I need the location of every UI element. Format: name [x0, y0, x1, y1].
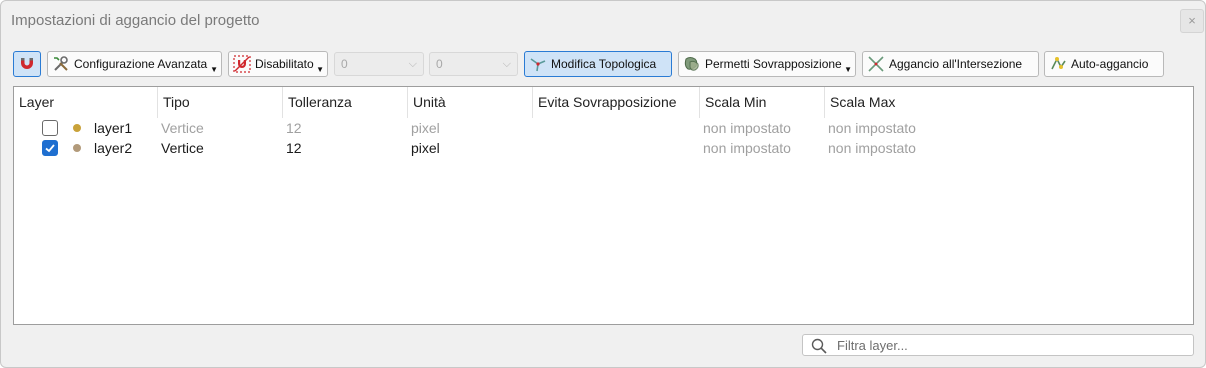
overlap-button[interactable]: Permetti Sovrapposizione ▼: [678, 51, 856, 77]
layer-name: layer2: [94, 140, 133, 156]
snapping-settings-dialog: Impostazioni di aggancio del progetto ×: [0, 0, 1206, 368]
column-header-tipo[interactable]: Tipo: [157, 87, 282, 118]
overlap-label: Permetti Sovrapposizione: [705, 57, 842, 71]
enable-snapping-button[interactable]: [13, 51, 41, 77]
column-header-scala-max[interactable]: Scala Max: [824, 87, 1193, 118]
topological-editing-label: Modifica Topologica: [551, 57, 657, 71]
snap-intersection-label: Aggancio all'Intersezione: [889, 57, 1023, 71]
table-row[interactable]: layer2 Vertice 12 pixel non impostato no…: [14, 138, 1193, 158]
tolleranza-cell[interactable]: 12: [286, 118, 302, 138]
tools-icon: [52, 55, 70, 73]
layer-name: layer1: [94, 120, 133, 136]
unita-cell[interactable]: pixel: [411, 138, 440, 158]
intersection-icon: [867, 55, 885, 73]
tipo-cell[interactable]: Vertice: [161, 118, 204, 138]
snapping-type-label: Disabilitato: [255, 57, 314, 71]
units-value: 0: [436, 57, 443, 71]
point-layer-icon: [73, 124, 81, 132]
column-header-evita-sovrapposizione[interactable]: Evita Sovrapposizione: [532, 87, 699, 118]
table-header: Layer Tipo Tolleranza Unità Evita Sovrap…: [14, 87, 1193, 118]
column-header-tolleranza[interactable]: Tolleranza: [282, 87, 407, 118]
overlap-icon: [683, 55, 701, 73]
advanced-configuration-button[interactable]: Configurazione Avanzata ▼: [47, 51, 222, 77]
column-header-layer[interactable]: Layer: [14, 87, 157, 118]
chevron-down-icon: ⌵: [502, 58, 511, 70]
chevron-down-icon: ▼: [210, 65, 218, 74]
table-row[interactable]: layer1 Vertice 12 pixel non impostato no…: [14, 118, 1193, 138]
filter-layers-input[interactable]: [837, 337, 1177, 353]
layer-checkbox[interactable]: [42, 140, 58, 156]
topology-icon: [529, 55, 547, 73]
snap-disabled-icon: [233, 55, 251, 73]
chevron-down-icon: ⌵: [408, 58, 417, 70]
self-snapping-button[interactable]: Auto-aggancio: [1044, 51, 1164, 77]
tolleranza-cell[interactable]: 12: [286, 138, 302, 158]
advanced-configuration-label: Configurazione Avanzata: [74, 57, 208, 71]
unita-cell[interactable]: pixel: [411, 118, 440, 138]
scala-max-cell[interactable]: non impostato: [828, 118, 916, 138]
chevron-down-icon: ▼: [316, 65, 324, 74]
tipo-cell[interactable]: Vertice: [161, 138, 204, 158]
close-button[interactable]: ×: [1180, 9, 1204, 33]
scala-max-cell[interactable]: non impostato: [828, 138, 916, 158]
magnet-icon: [18, 55, 36, 73]
checkmark-icon: [45, 144, 55, 153]
column-header-scala-min[interactable]: Scala Min: [699, 87, 824, 118]
dialog-title: Impostazioni di aggancio del progetto: [11, 12, 260, 29]
topological-editing-button[interactable]: Modifica Topologica: [524, 51, 672, 77]
scala-min-cell[interactable]: non impostato: [703, 118, 791, 138]
search-icon: [811, 338, 827, 357]
column-header-unita[interactable]: Unità: [407, 87, 532, 118]
units-combo[interactable]: 0 ⌵: [429, 52, 518, 76]
layers-table: Layer Tipo Tolleranza Unità Evita Sovrap…: [13, 86, 1194, 325]
self-snapping-label: Auto-aggancio: [1071, 57, 1149, 71]
tolerance-spinbox[interactable]: 0 ⌵: [334, 52, 424, 76]
tolerance-value: 0: [341, 57, 348, 71]
scala-min-cell[interactable]: non impostato: [703, 138, 791, 158]
layer-checkbox[interactable]: [42, 120, 58, 136]
chevron-down-icon: ▼: [844, 65, 852, 74]
snap-intersection-button[interactable]: Aggancio all'Intersezione: [862, 51, 1039, 77]
filter-layers-field[interactable]: [802, 334, 1194, 356]
point-layer-icon: [73, 144, 81, 152]
self-snap-icon: [1049, 55, 1067, 73]
snapping-type-button[interactable]: Disabilitato ▼: [228, 51, 328, 77]
